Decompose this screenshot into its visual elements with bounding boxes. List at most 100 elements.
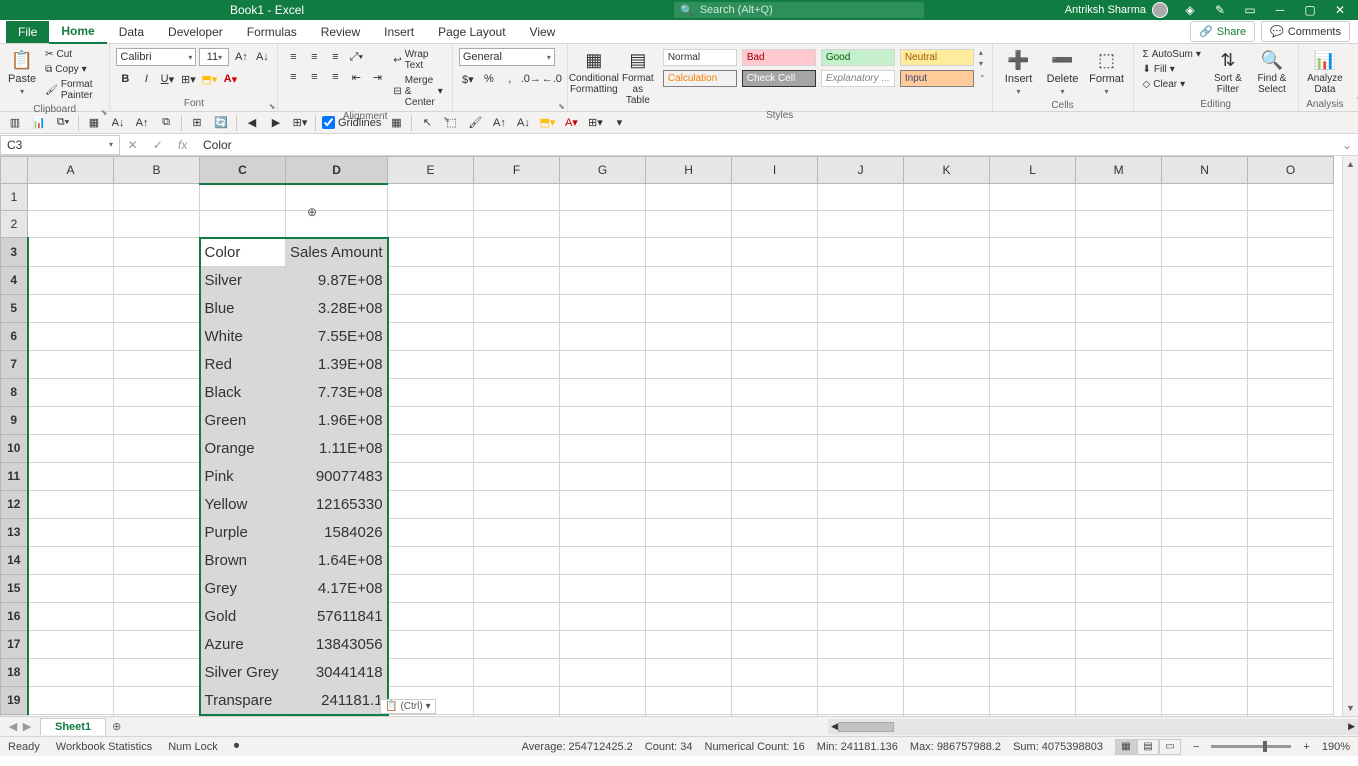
cell[interactable] — [388, 630, 474, 658]
row-header[interactable]: 8 — [1, 378, 28, 406]
cell[interactable] — [1076, 715, 1162, 717]
qat-icon[interactable]: ⧉ — [157, 114, 175, 132]
column-header[interactable]: M — [1076, 157, 1162, 184]
row-header[interactable]: 17 — [1, 630, 28, 658]
cell[interactable] — [560, 602, 646, 630]
cell[interactable] — [732, 434, 818, 462]
column-header[interactable]: G — [560, 157, 646, 184]
cell[interactable] — [646, 715, 732, 717]
cell[interactable] — [732, 211, 818, 238]
analyze-data-button[interactable]: 📊Analyze Data — [1305, 48, 1345, 97]
cell[interactable] — [1076, 630, 1162, 658]
cell[interactable] — [904, 546, 990, 574]
cell[interactable] — [1076, 490, 1162, 518]
cell[interactable] — [818, 686, 904, 715]
cell[interactable] — [1248, 294, 1334, 322]
cell[interactable]: Yellow — [200, 490, 286, 518]
cell[interactable] — [904, 715, 990, 717]
tab-pagelayout[interactable]: Page Layout — [426, 21, 517, 43]
close-button[interactable]: ✕ — [1332, 3, 1348, 17]
scroll-down-icon[interactable]: ▼ — [1343, 700, 1358, 716]
cell[interactable] — [28, 266, 114, 294]
format-cells-button[interactable]: ⬚Format▾ — [1087, 48, 1127, 98]
cell[interactable]: 12165330 — [286, 490, 388, 518]
cell[interactable] — [990, 322, 1076, 350]
cell[interactable] — [1248, 266, 1334, 294]
cell[interactable] — [474, 462, 560, 490]
column-header[interactable]: H — [646, 157, 732, 184]
cell[interactable] — [904, 350, 990, 378]
new-sheet-button[interactable]: ⊕ — [106, 718, 127, 735]
tab-data[interactable]: Data — [107, 21, 156, 43]
row-header[interactable]: 18 — [1, 658, 28, 686]
cell[interactable]: 57611841 — [286, 602, 388, 630]
cell[interactable] — [732, 406, 818, 434]
cell[interactable] — [114, 406, 200, 434]
cell[interactable] — [114, 378, 200, 406]
cell[interactable] — [1248, 686, 1334, 715]
cell[interactable] — [904, 211, 990, 238]
cell[interactable] — [114, 184, 200, 211]
cell[interactable] — [990, 378, 1076, 406]
cell[interactable] — [28, 462, 114, 490]
cell[interactable] — [990, 686, 1076, 715]
cell[interactable] — [28, 658, 114, 686]
cell[interactable] — [1162, 184, 1248, 211]
cell[interactable] — [388, 462, 474, 490]
cell[interactable]: Purple — [200, 518, 286, 546]
tab-formulas[interactable]: Formulas — [235, 21, 309, 43]
cell[interactable] — [560, 266, 646, 294]
cell[interactable] — [474, 266, 560, 294]
cell[interactable] — [818, 602, 904, 630]
cell[interactable] — [732, 350, 818, 378]
cell[interactable] — [114, 715, 200, 717]
cell[interactable] — [114, 238, 200, 267]
border-button[interactable]: ⊞▾ — [179, 70, 197, 88]
cell[interactable] — [388, 322, 474, 350]
font-size-select[interactable]: 11▾ — [199, 48, 229, 66]
tab-view[interactable]: View — [518, 21, 568, 43]
cell[interactable] — [1248, 546, 1334, 574]
fill-button[interactable]: ⬇ Fill ▾ — [1140, 63, 1204, 76]
clear-button[interactable]: ◇ Clear ▾ — [1140, 78, 1204, 91]
cell[interactable] — [990, 490, 1076, 518]
cell[interactable] — [904, 406, 990, 434]
merge-center-button[interactable]: ⊟ Merge & Center ▾ — [390, 74, 445, 109]
cell[interactable] — [474, 715, 560, 717]
cell[interactable] — [388, 211, 474, 238]
column-header[interactable]: O — [1248, 157, 1334, 184]
cell[interactable]: 7.55E+08 — [286, 322, 388, 350]
cell[interactable] — [732, 630, 818, 658]
cell[interactable]: 3.28E+08 — [286, 294, 388, 322]
cell[interactable] — [646, 462, 732, 490]
cell[interactable] — [818, 715, 904, 717]
cell[interactable] — [114, 602, 200, 630]
cell[interactable]: 4.17E+08 — [286, 574, 388, 602]
row-header[interactable]: 13 — [1, 518, 28, 546]
cell[interactable] — [990, 434, 1076, 462]
cell[interactable]: Blue — [200, 294, 286, 322]
cell[interactable] — [1162, 238, 1248, 267]
style-bad[interactable]: Bad — [742, 49, 816, 66]
column-header[interactable]: D — [286, 157, 388, 184]
cell[interactable] — [732, 658, 818, 686]
cell[interactable] — [474, 546, 560, 574]
cell[interactable] — [1248, 518, 1334, 546]
column-header[interactable]: I — [732, 157, 818, 184]
align-bottom-icon[interactable]: ≡ — [326, 48, 344, 66]
cell[interactable] — [646, 658, 732, 686]
cell[interactable] — [646, 322, 732, 350]
cell[interactable] — [1076, 406, 1162, 434]
sheet-nav-prev-icon[interactable]: ◀ — [6, 720, 20, 733]
cell[interactable] — [1162, 686, 1248, 715]
cell[interactable] — [560, 434, 646, 462]
scroll-left-icon[interactable]: ◀ — [831, 721, 838, 732]
cell[interactable] — [474, 686, 560, 715]
cell[interactable] — [990, 238, 1076, 267]
qat-icon[interactable]: ◀ — [243, 114, 261, 132]
cell[interactable] — [1076, 462, 1162, 490]
cell[interactable] — [818, 658, 904, 686]
cell[interactable] — [732, 266, 818, 294]
cell[interactable] — [1076, 602, 1162, 630]
cell[interactable] — [28, 546, 114, 574]
